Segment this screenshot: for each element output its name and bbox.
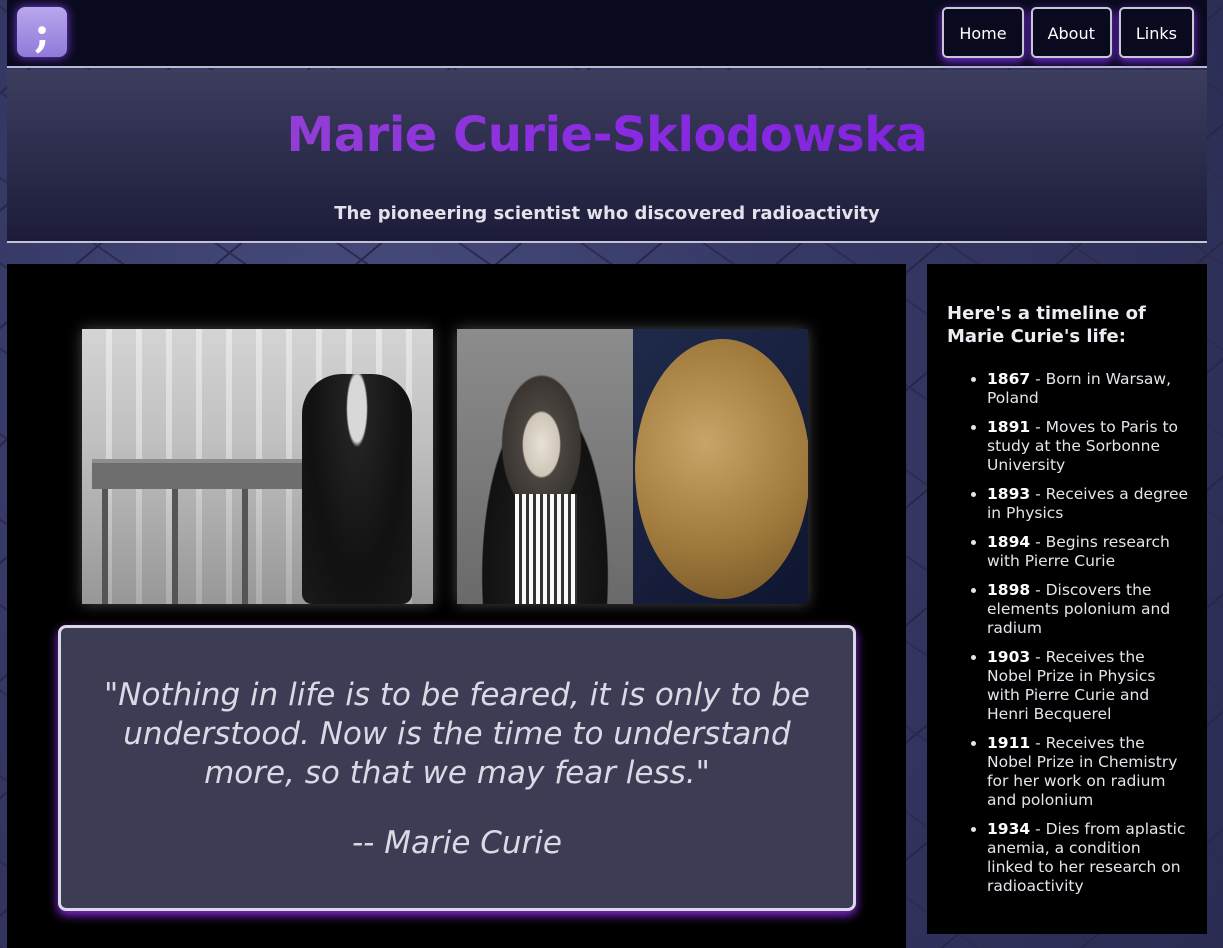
quote-card: "Nothing in life is to be feared, it is … [58, 625, 856, 911]
nav-home-button[interactable]: Home [942, 7, 1024, 58]
timeline-year: 1934 [987, 820, 1031, 838]
timeline-item: 1903 - Receives the Nobel Prize in Physi… [987, 648, 1189, 724]
timeline-year: 1911 [987, 734, 1031, 752]
timeline-year: 1903 [987, 648, 1031, 666]
timeline-year: 1891 [987, 418, 1031, 436]
main-nav: Home About Links [942, 7, 1194, 58]
quote-author: -- Marie Curie [352, 825, 562, 861]
lab-table-shape [92, 459, 332, 489]
timeline-item: 1867 - Born in Warsaw, Poland [987, 370, 1189, 408]
seated-figure-shape [302, 374, 412, 604]
timeline-year: 1867 [987, 370, 1031, 388]
timeline-item: 1934 - Dies from aplastic anemia, a cond… [987, 820, 1189, 896]
timeline-item: 1898 - Discovers the elements polonium a… [987, 581, 1189, 638]
medal-shape [635, 339, 808, 599]
timeline-sidebar: Here's a timeline of Marie Curie's life:… [927, 264, 1207, 934]
lab-table-legs-shape [102, 489, 322, 604]
photo-gallery [82, 329, 808, 604]
timeline-year: 1898 [987, 581, 1031, 599]
nav-links-button[interactable]: Links [1118, 7, 1194, 58]
timeline-year: 1894 [987, 533, 1031, 551]
timeline-item: 1894 - Begins research with Pierre Curie [987, 533, 1189, 571]
nobel-medal-photo [633, 329, 808, 604]
timeline-item: 1911 - Receives the Nobel Prize in Chemi… [987, 734, 1189, 810]
portrait-photo [457, 329, 633, 604]
timeline-heading: Here's a timeline of Marie Curie's life: [947, 303, 1146, 347]
page-title: Marie Curie-Sklodowska [7, 107, 1207, 163]
main-content: "Nothing in life is to be feared, it is … [7, 264, 906, 948]
page-subtitle: The pioneering scientist who discovered … [334, 203, 880, 224]
striped-collar-shape [515, 494, 577, 604]
timeline-list: 1867 - Born in Warsaw, Poland 1891 - Mov… [947, 370, 1189, 896]
lab-photo [82, 329, 433, 604]
page-header: Marie Curie-Sklodowska The pioneering sc… [7, 70, 1207, 243]
semicolon-logo-icon[interactable]: ; [17, 7, 67, 57]
top-navbar: ; Home About Links [7, 0, 1207, 68]
timeline-year: 1893 [987, 485, 1031, 503]
timeline-item: 1891 - Moves to Paris to study at the So… [987, 418, 1189, 475]
portrait-and-medal-photo [457, 329, 808, 604]
timeline-item: 1893 - Receives a degree in Physics [987, 485, 1189, 523]
nav-about-button[interactable]: About [1030, 7, 1112, 58]
quote-text: "Nothing in life is to be feared, it is … [104, 677, 810, 791]
